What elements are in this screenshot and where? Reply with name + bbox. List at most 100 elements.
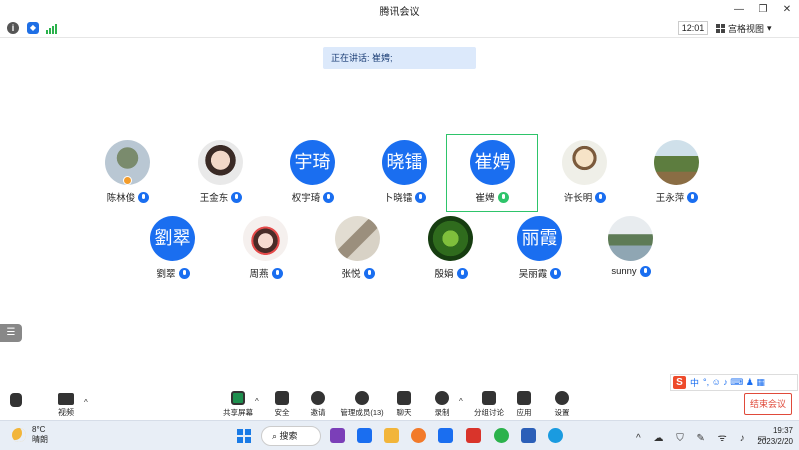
participant-name: 权宇琦 bbox=[291, 193, 321, 204]
ime-extra-icons[interactable]: °, ☺ ♪ ⌨ ♟ ▦ bbox=[703, 377, 765, 388]
participant-tile[interactable]: 陈林俊 bbox=[83, 136, 173, 216]
meeting-timer: 12:01 bbox=[678, 21, 708, 35]
mic-icon bbox=[271, 267, 283, 279]
avatar: 丽霞 bbox=[517, 216, 562, 261]
record-button[interactable]: 录制 bbox=[422, 391, 462, 418]
start-button[interactable] bbox=[237, 429, 251, 443]
weather-desc: 晴朗 bbox=[32, 435, 48, 444]
participant-name: 王金东 bbox=[199, 193, 229, 204]
participant-name-row: 崔娉 bbox=[447, 190, 537, 204]
breakout-icon bbox=[482, 391, 496, 405]
close-button[interactable]: ✕ bbox=[775, 0, 799, 19]
participant-tile[interactable]: 张悦 bbox=[313, 212, 403, 292]
restore-button[interactable]: ❐ bbox=[751, 0, 775, 19]
onenote-app-icon[interactable] bbox=[330, 428, 345, 443]
side-panel-toggle-button[interactable]: ☰ bbox=[0, 324, 22, 342]
weather-widget[interactable]: 8°C 晴朗 bbox=[12, 425, 48, 445]
avatar bbox=[562, 140, 607, 185]
share-options-caret[interactable]: ^ bbox=[255, 397, 259, 406]
participant-tile-active[interactable]: 崔娉 崔娉 bbox=[446, 134, 538, 212]
participant-name-row: 张悦 bbox=[313, 266, 403, 280]
participant-name-row: 卜晓镭 bbox=[360, 190, 450, 204]
participant-tile[interactable]: 晓镭 卜晓镭 bbox=[360, 136, 450, 216]
clock-time: 19:37 bbox=[772, 426, 793, 435]
participant-name-row: 吴丽霞 bbox=[495, 266, 585, 280]
system-tray-icons[interactable]: ^ ☁ ⛉ ✎ ᯤ ♪ ▭ bbox=[636, 430, 772, 444]
share-screen-button[interactable]: 共享屏幕 bbox=[218, 391, 258, 418]
tencent-meeting-app-icon[interactable] bbox=[438, 428, 453, 443]
window-controls: — ❐ ✕ bbox=[727, 0, 799, 19]
security-icon bbox=[275, 391, 289, 405]
participant-name: 卜晓镭 bbox=[383, 193, 413, 204]
mic-icon bbox=[231, 191, 243, 203]
mail-app-icon[interactable] bbox=[357, 428, 372, 443]
participant-name-row: sunny bbox=[586, 266, 676, 277]
settings-label: 设置 bbox=[554, 408, 570, 417]
record-label: 录制 bbox=[434, 408, 450, 417]
avatar: 崔娉 bbox=[470, 140, 515, 185]
meeting-info-bar: i ◆ 12:01 宫格视图 ▾ bbox=[0, 19, 799, 38]
firefox-icon[interactable] bbox=[411, 428, 426, 443]
participant-tile[interactable]: 丽霞 吴丽霞 bbox=[495, 212, 585, 292]
participant-tile[interactable]: 许长明 bbox=[540, 136, 630, 216]
participant-tile[interactable]: 劉翠 劉翠 bbox=[128, 212, 218, 292]
breakout-label: 分组讨论 bbox=[474, 408, 504, 417]
grid-icon bbox=[716, 23, 725, 33]
manage-members-button[interactable]: 管理成员(13) bbox=[336, 391, 388, 418]
participant-tile[interactable]: sunny bbox=[586, 212, 676, 292]
participant-name-row: 许长明 bbox=[540, 190, 630, 204]
avatar bbox=[654, 140, 699, 185]
moon-weather-icon bbox=[12, 428, 26, 442]
mic-icon bbox=[687, 191, 699, 203]
participant-tile[interactable]: 王永萍 bbox=[632, 136, 722, 216]
mic-speaking-icon bbox=[497, 191, 509, 203]
participant-name-row: 王永萍 bbox=[632, 190, 722, 204]
participant-name-row: 殷娟 bbox=[406, 266, 496, 280]
view-label: 宫格视图 bbox=[728, 23, 765, 34]
participant-name-row: 劉翠 bbox=[128, 266, 218, 280]
participant-name: 张悦 bbox=[341, 269, 361, 280]
wechat-icon[interactable] bbox=[494, 428, 509, 443]
record-options-caret[interactable]: ^ bbox=[459, 397, 463, 406]
invite-label: 邀请 bbox=[310, 408, 326, 417]
participant-tile[interactable]: 殷娟 bbox=[406, 212, 496, 292]
avatar: 晓镭 bbox=[382, 140, 427, 185]
windows-taskbar: 8°C 晴朗 ⌕ 搜索 ^ ☁ ⛉ ✎ ᯤ ♪ ▭ 19:37 2023/2/2… bbox=[0, 420, 799, 450]
participant-name: 陈林俊 bbox=[106, 193, 136, 204]
chat-icon bbox=[397, 391, 411, 405]
chat-button[interactable]: 聊天 bbox=[384, 391, 424, 418]
participant-tile[interactable]: 周燕 bbox=[221, 212, 311, 292]
shield-icon[interactable]: ◆ bbox=[27, 22, 39, 34]
apps-label: 应用 bbox=[516, 408, 532, 417]
settings-button[interactable]: 设置 bbox=[542, 391, 582, 418]
clock-date: 2023/2/20 bbox=[757, 437, 793, 446]
end-meeting-button[interactable]: 结束会议 bbox=[744, 393, 792, 415]
taskbar-clock[interactable]: 19:37 2023/2/20 bbox=[757, 425, 793, 447]
participant-name: 吴丽霞 bbox=[518, 269, 548, 280]
host-badge-icon bbox=[123, 176, 132, 185]
info-icon[interactable]: i bbox=[7, 22, 19, 34]
participant-tile[interactable]: 王金东 bbox=[176, 136, 266, 216]
invite-button[interactable]: 邀请 bbox=[298, 391, 338, 418]
meeting-toolbar: 共享屏幕 ^ 安全 邀请 管理成员(13) 聊天 录制 ^ 分组讨论 应用 设置 bbox=[0, 388, 799, 418]
pdf-app-icon[interactable] bbox=[466, 428, 481, 443]
signal-icon[interactable] bbox=[46, 22, 58, 34]
members-label: 管理成员(13) bbox=[340, 408, 384, 417]
view-switch-button[interactable]: 宫格视图 ▾ bbox=[716, 21, 772, 35]
avatar bbox=[608, 216, 653, 261]
security-button[interactable]: 安全 bbox=[262, 391, 302, 418]
participant-name: 劉翠 bbox=[156, 269, 176, 280]
word-app-icon[interactable] bbox=[521, 428, 536, 443]
mic-icon bbox=[138, 191, 150, 203]
title-bar: 腾讯会议 — ❐ ✕ bbox=[0, 0, 799, 19]
minimize-button[interactable]: — bbox=[727, 0, 751, 19]
window-title: 腾讯会议 bbox=[379, 7, 420, 18]
edge-browser-icon[interactable] bbox=[548, 428, 563, 443]
taskbar-search[interactable]: ⌕ 搜索 bbox=[261, 426, 321, 446]
apps-button[interactable]: 应用 bbox=[504, 391, 544, 418]
file-explorer-icon[interactable] bbox=[384, 428, 399, 443]
participant-name-row: 周燕 bbox=[221, 266, 311, 280]
participant-name: 崔娉 bbox=[475, 193, 495, 204]
participant-tile[interactable]: 宇琦 权宇琦 bbox=[268, 136, 358, 216]
mic-icon bbox=[550, 267, 562, 279]
